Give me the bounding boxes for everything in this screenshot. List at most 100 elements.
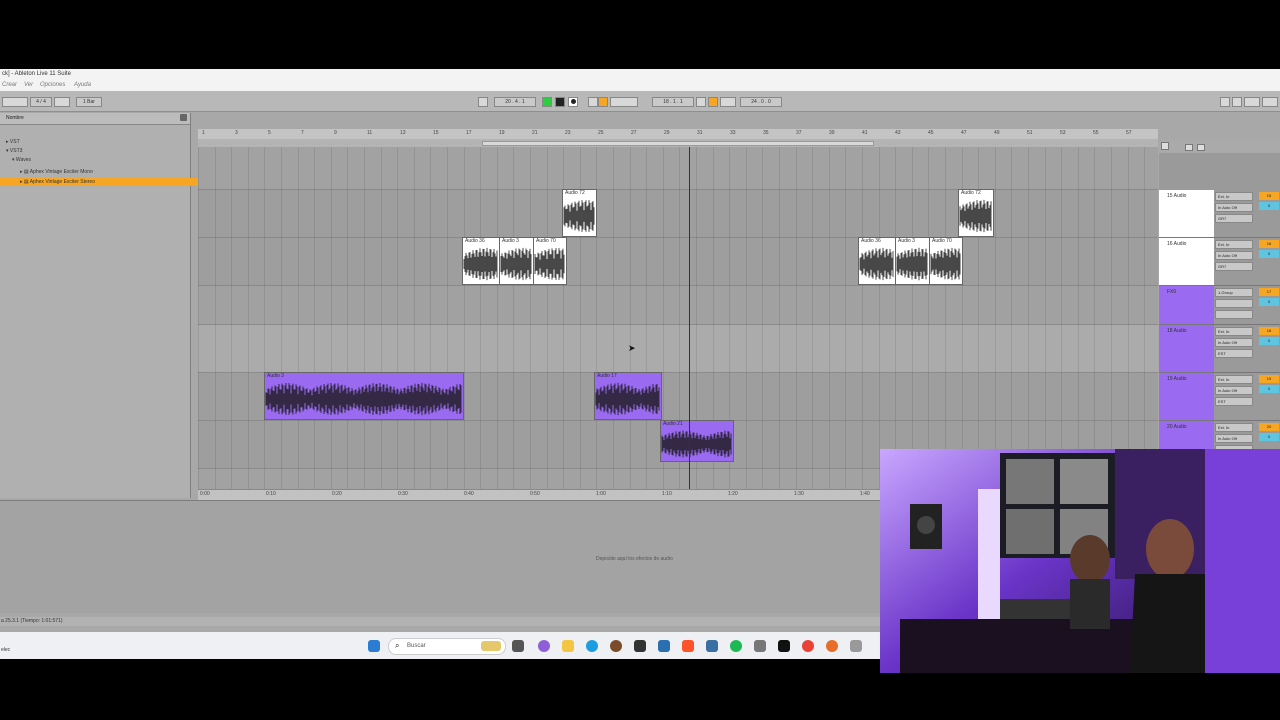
- mixer-track[interactable]: 16 Audio Ext. In In Auto Off GR7 16 0: [1159, 238, 1280, 286]
- arrangement-view[interactable]: Audio 72 Audio 72 Audio 36 Audio 3 Audio…: [198, 147, 1158, 489]
- tap-tempo-button[interactable]: [2, 97, 28, 107]
- app-icon[interactable]: [658, 640, 670, 652]
- loop-bar[interactable]: [198, 139, 1158, 147]
- track-title[interactable]: 16 Audio: [1159, 238, 1214, 285]
- browser-column-name[interactable]: Nombre: [6, 115, 24, 121]
- copilot-icon[interactable]: [538, 640, 550, 652]
- punch-in-button[interactable]: [696, 97, 706, 107]
- track-title[interactable]: FX6: [1159, 286, 1214, 324]
- play-button[interactable]: [542, 97, 552, 107]
- audio-clip[interactable]: Audio 70: [929, 237, 963, 285]
- ableton-icon[interactable]: [778, 640, 790, 652]
- track-volume[interactable]: 0: [1259, 337, 1279, 345]
- mixer-track[interactable]: 19 Audio Ext. In In Auto Off EST 19 0: [1159, 373, 1280, 421]
- audio-clip[interactable]: Audio 72: [562, 189, 597, 237]
- browser-item[interactable]: ▾ VST3: [0, 147, 196, 155]
- audio-clip[interactable]: Audio 21: [660, 420, 734, 462]
- mixer-track[interactable]: FX6 1-Group 17 0: [1159, 286, 1280, 325]
- track-lane[interactable]: [198, 147, 1158, 190]
- loop-length-field[interactable]: 24 . 0 . 0: [740, 97, 782, 107]
- output-chooser[interactable]: EST: [1215, 349, 1253, 358]
- expand-icon[interactable]: [1185, 144, 1193, 151]
- track-title[interactable]: 15 Audio: [1159, 190, 1214, 237]
- time-signature-field[interactable]: 4 / 4: [30, 97, 52, 107]
- loop-switch[interactable]: [708, 97, 718, 107]
- audio-clip[interactable]: Audio 72: [958, 189, 994, 237]
- track-volume[interactable]: 0: [1259, 385, 1279, 393]
- task-view-icon[interactable]: [512, 640, 524, 652]
- input-type-chooser[interactable]: Ext. In: [1215, 240, 1253, 249]
- monitor-switch[interactable]: In Auto Off: [1215, 251, 1253, 260]
- track-activator[interactable]: 17: [1259, 288, 1279, 296]
- app-icon[interactable]: [634, 640, 646, 652]
- app-icon[interactable]: [706, 640, 718, 652]
- monitor-switch[interactable]: In Auto Off: [1215, 386, 1253, 395]
- brave-icon[interactable]: [682, 640, 694, 652]
- output-chooser[interactable]: [1215, 310, 1253, 319]
- metronome-button[interactable]: [54, 97, 70, 107]
- mixer-track[interactable]: 18 Audio Ext. In In Auto Off EST 18 0: [1159, 325, 1280, 373]
- app-icon[interactable]: [754, 640, 766, 652]
- audio-clip[interactable]: Audio 3: [499, 237, 534, 285]
- stop-button[interactable]: [555, 97, 565, 107]
- track-volume[interactable]: 0: [1259, 298, 1279, 306]
- app-icon[interactable]: [610, 640, 622, 652]
- input-type-chooser[interactable]: Ext. In: [1215, 375, 1253, 384]
- track-volume[interactable]: 0: [1259, 433, 1279, 441]
- track-activator[interactable]: 18: [1259, 327, 1279, 335]
- key-map-button[interactable]: [1244, 97, 1260, 107]
- input-type-chooser[interactable]: Ext. In: [1215, 192, 1253, 201]
- monitor-switch[interactable]: In Auto Off: [1215, 203, 1253, 212]
- search-input[interactable]: ⌕ Buscar: [388, 638, 506, 655]
- punch-out-button[interactable]: [720, 97, 736, 107]
- arrangement-position-button[interactable]: [478, 97, 488, 107]
- loop-brace[interactable]: [482, 141, 874, 146]
- audio-clip[interactable]: Audio 3: [264, 372, 464, 420]
- folder-icon[interactable]: [562, 640, 574, 652]
- output-chooser[interactable]: GR7: [1215, 214, 1253, 223]
- quantize-menu[interactable]: 1 Bar: [76, 97, 102, 107]
- settings-icon[interactable]: [1161, 142, 1169, 150]
- track-volume[interactable]: 0: [1259, 202, 1279, 210]
- device-view[interactable]: Deposite aquí los efectos de audio: [0, 500, 880, 613]
- output-chooser[interactable]: EST: [1215, 397, 1253, 406]
- track-activator[interactable]: 20: [1259, 423, 1279, 431]
- browser-item-selected[interactable]: ▸ ▤ Aphex Vintage Exciter Stereo: [0, 178, 210, 186]
- track-activator[interactable]: 19: [1259, 375, 1279, 383]
- app-icon[interactable]: [850, 640, 862, 652]
- input-type-chooser[interactable]: 1-Group: [1215, 288, 1253, 297]
- track-lane[interactable]: [198, 238, 1158, 286]
- audio-clip[interactable]: Audio 36: [858, 237, 896, 285]
- loop-start-field[interactable]: 18 . 1 . 1: [652, 97, 694, 107]
- draw-mode-button[interactable]: [1220, 97, 1230, 107]
- track-lane[interactable]: [198, 190, 1158, 238]
- spotify-icon[interactable]: [730, 640, 742, 652]
- monitor-switch[interactable]: In Auto Off: [1215, 338, 1253, 347]
- output-chooser[interactable]: GR7: [1215, 262, 1253, 271]
- track-volume[interactable]: 0: [1259, 250, 1279, 258]
- close-icon[interactable]: [180, 114, 187, 121]
- audio-clip[interactable]: Audio 17: [594, 372, 662, 420]
- midi-map-button[interactable]: [1262, 97, 1278, 107]
- audio-clip[interactable]: Audio 70: [533, 237, 567, 285]
- browser-item[interactable]: ▸ ▤ Aphex Vintage Exciter Mono: [0, 168, 210, 176]
- chrome-icon[interactable]: [802, 640, 814, 652]
- input-type-chooser[interactable]: Ext. In: [1215, 327, 1253, 336]
- windows-start-icon[interactable]: [368, 640, 380, 652]
- monitor-switch[interactable]: [1215, 299, 1253, 308]
- menu-item-ayuda[interactable]: Ayuda: [74, 82, 91, 88]
- audio-clip[interactable]: Audio 36: [462, 237, 500, 285]
- track-activator[interactable]: 15: [1259, 192, 1279, 200]
- track-activator[interactable]: 16: [1259, 240, 1279, 248]
- io-toggle-icon[interactable]: [1197, 144, 1205, 151]
- menu-item-crear[interactable]: Crear: [2, 82, 17, 88]
- track-title[interactable]: 19 Audio: [1159, 373, 1214, 420]
- automation-arm-button[interactable]: [598, 97, 608, 107]
- browser-item[interactable]: ▾ Waves: [0, 156, 202, 164]
- audio-clip[interactable]: Audio 3: [895, 237, 930, 285]
- track-lane[interactable]: [198, 286, 1158, 325]
- track-title[interactable]: 18 Audio: [1159, 325, 1214, 372]
- monitor-switch[interactable]: In Auto Off: [1215, 434, 1253, 443]
- menu-item-ver[interactable]: Ver: [24, 82, 33, 88]
- menu-item-opciones[interactable]: Opciones: [40, 82, 65, 88]
